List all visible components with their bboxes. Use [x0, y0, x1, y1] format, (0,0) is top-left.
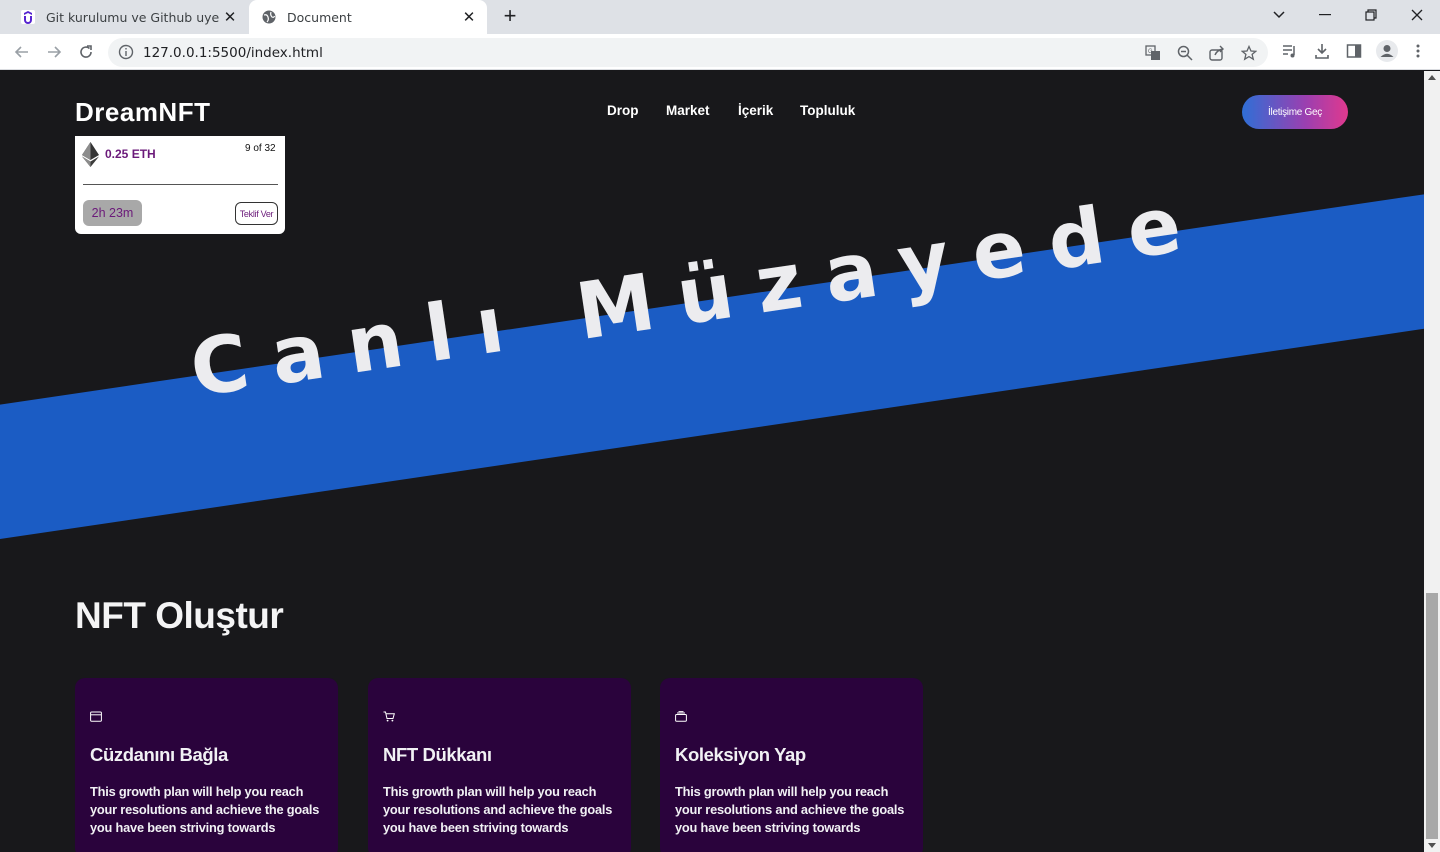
tab-title: Document: [287, 9, 352, 25]
site-info-icon[interactable]: [118, 44, 134, 65]
ethereum-icon: [82, 142, 99, 172]
download-icon[interactable]: [1314, 43, 1330, 64]
page-viewport: DreamNFT Drop Market İçerik Topluluk İle…: [0, 71, 1424, 852]
profile-avatar-icon[interactable]: [1376, 40, 1398, 67]
auction-timer: 2h 23m: [83, 200, 142, 226]
collection-icon: [675, 709, 687, 727]
reload-icon[interactable]: [73, 39, 99, 65]
contact-button[interactable]: İletişime Geç: [1242, 95, 1348, 129]
browser-toolbar: 127.0.0.1:5500/index.html G: [0, 34, 1440, 70]
share-icon[interactable]: [1209, 45, 1225, 66]
nft-price: 0.25 ETH: [105, 147, 156, 161]
media-queue-icon[interactable]: [1282, 43, 1298, 64]
new-tab-button[interactable]: +: [498, 5, 522, 29]
url-text: 127.0.0.1:5500/index.html: [143, 45, 323, 61]
scrollbar-thumb[interactable]: [1426, 593, 1438, 839]
browser-tab[interactable]: Git kurulumu ve Github uyelik | Ud ✕: [8, 0, 248, 34]
section-title: NFT Oluştur: [75, 595, 284, 636]
forward-arrow-icon[interactable]: [41, 39, 67, 65]
page-scrollbar[interactable]: [1424, 71, 1440, 852]
scroll-up-arrow-icon[interactable]: [1428, 75, 1436, 80]
globe-icon: [261, 9, 277, 25]
feature-card-title: Cüzdanını Bağla: [90, 744, 228, 765]
bookmark-star-icon[interactable]: [1240, 44, 1258, 66]
nav-market[interactable]: Market: [666, 103, 710, 118]
wallet-icon: [90, 709, 102, 727]
nft-edition: 9 of 32: [245, 143, 276, 154]
tab-title: Git kurulumu ve Github uyelik | Ud: [46, 9, 220, 25]
scroll-down-arrow-icon[interactable]: [1428, 843, 1436, 848]
restore-icon[interactable]: [1348, 0, 1394, 30]
close-window-icon[interactable]: [1394, 0, 1440, 30]
feature-card[interactable]: Cüzdanını Bağla This growth plan will he…: [75, 678, 338, 852]
nav-drop[interactable]: Drop: [607, 103, 639, 118]
back-arrow-icon[interactable]: [9, 39, 35, 65]
card-divider: [83, 184, 278, 185]
feature-card-description: This growth plan will help you reach you…: [90, 784, 320, 835]
cart-icon: [383, 709, 395, 727]
zoom-out-icon[interactable]: [1177, 45, 1193, 66]
close-tab-icon[interactable]: ✕: [220, 8, 240, 26]
svg-text:G: G: [1148, 49, 1153, 55]
menu-kebab-icon[interactable]: [1412, 43, 1424, 64]
udemy-favicon-icon: [20, 9, 36, 25]
minimize-icon[interactable]: [1302, 0, 1348, 30]
feature-card[interactable]: NFT Dükkanı This growth plan will help y…: [368, 678, 631, 852]
address-bar[interactable]: 127.0.0.1:5500/index.html G: [108, 38, 1268, 67]
browser-tab-active[interactable]: Document ✕: [249, 0, 487, 34]
nav-community[interactable]: Topluluk: [800, 103, 855, 118]
feature-card-description: This growth plan will help you reach you…: [383, 784, 613, 835]
side-panel-icon[interactable]: [1346, 43, 1362, 64]
feature-card[interactable]: Koleksiyon Yap This growth plan will hel…: [660, 678, 923, 852]
feature-card-title: Koleksiyon Yap: [675, 744, 806, 765]
auction-card: 0.25 ETH 9 of 32 2h 23m Teklif Ver: [75, 136, 285, 234]
feature-card-title: NFT Dükkanı: [383, 744, 492, 765]
close-tab-icon[interactable]: ✕: [459, 8, 479, 26]
nav-content[interactable]: İçerik: [738, 103, 773, 118]
site-logo[interactable]: DreamNFT: [75, 97, 210, 128]
translate-icon[interactable]: G: [1145, 45, 1161, 66]
feature-card-description: This growth plan will help you reach you…: [675, 784, 905, 835]
browser-tab-bar: Git kurulumu ve Github uyelik | Ud ✕ Doc…: [0, 0, 1440, 34]
bid-button[interactable]: Teklif Ver: [235, 202, 278, 225]
tab-search-icon[interactable]: [1256, 0, 1302, 30]
